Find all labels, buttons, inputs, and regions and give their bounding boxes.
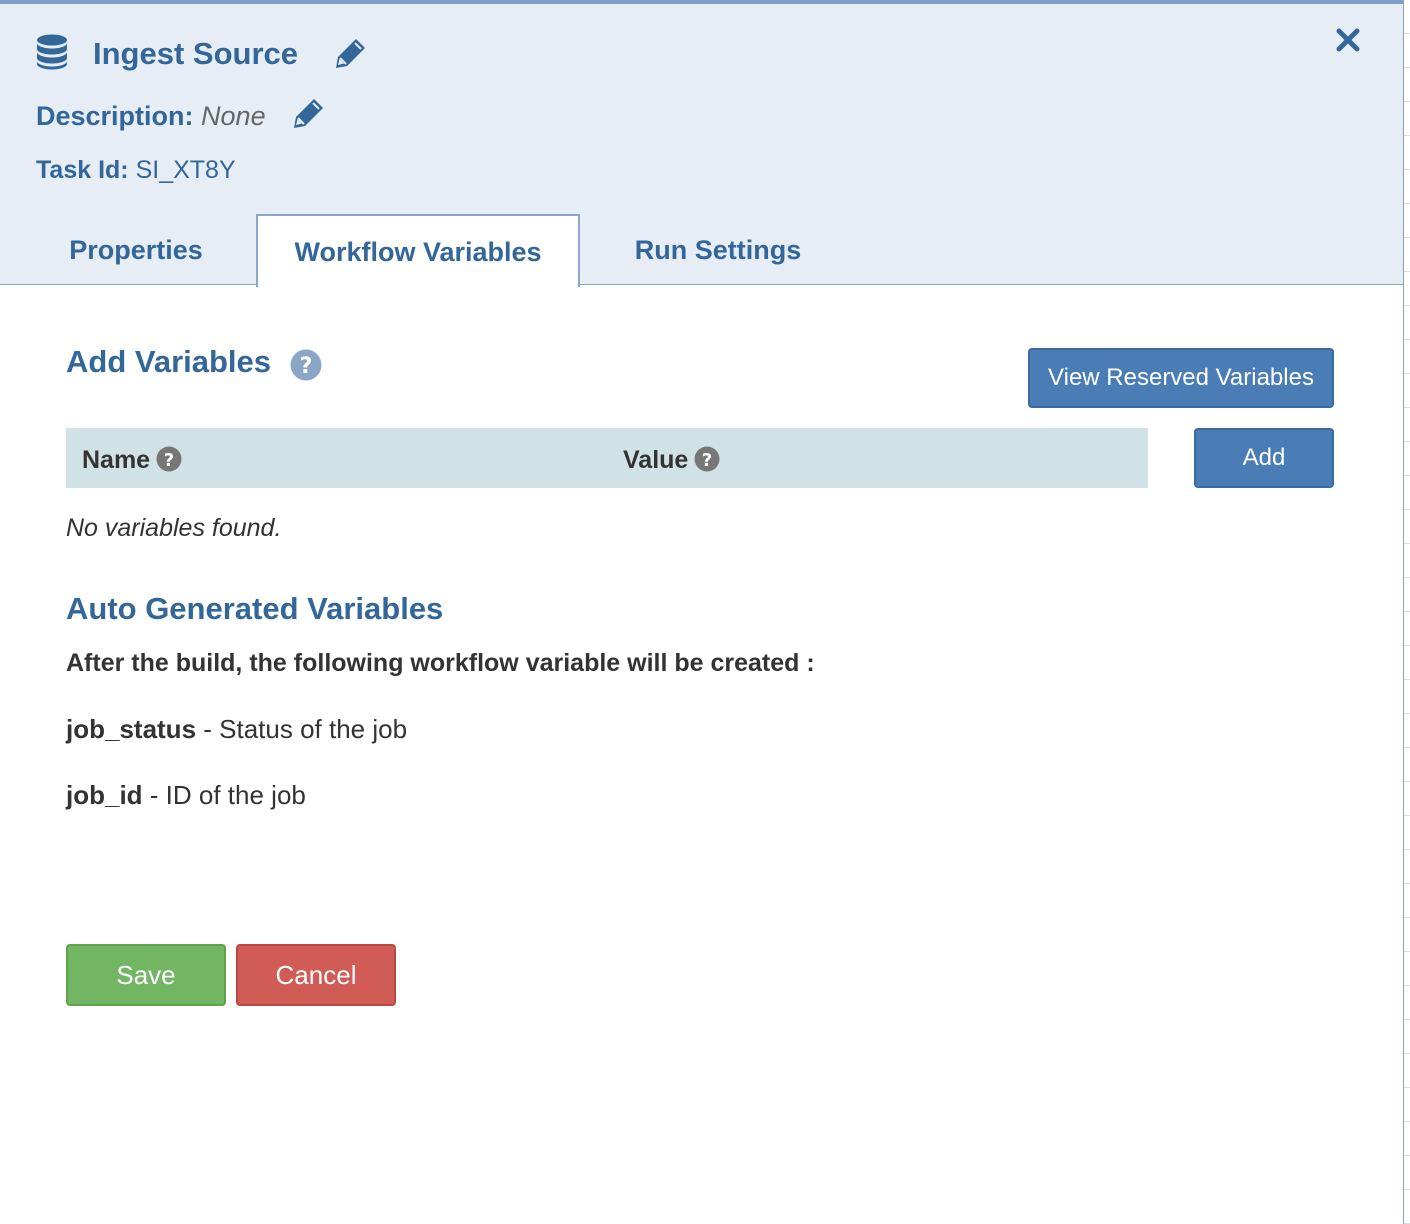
tab-properties[interactable]: Properties <box>36 214 236 286</box>
background-grid <box>1403 0 1410 1224</box>
help-icon[interactable]: ? <box>290 349 322 381</box>
auto-generated-variables-title: Auto Generated Variables <box>66 591 444 626</box>
variables-table-header: Name ? Value ? <box>66 428 1148 488</box>
close-icon[interactable] <box>1334 26 1362 54</box>
description-value: None <box>201 101 266 131</box>
column-header-name: Name ? <box>82 428 182 492</box>
description-label: Description: <box>36 101 194 131</box>
auto-generated-description: After the build, the following workflow … <box>66 649 815 677</box>
tab-workflow-variables[interactable]: Workflow Variables <box>256 214 580 287</box>
task-id-label: Task Id: <box>36 156 129 184</box>
edit-description-pencil-icon[interactable] <box>292 96 326 130</box>
panel-header: Ingest Source Description: None Task Id:… <box>0 4 1403 287</box>
description-row: Description: None <box>36 98 266 134</box>
variable-description: ID of the job <box>165 780 306 810</box>
tab-run-settings[interactable]: Run Settings <box>598 214 838 286</box>
cancel-button[interactable]: Cancel <box>236 944 396 1006</box>
help-icon[interactable]: ? <box>156 446 182 472</box>
add-variable-button[interactable]: Add <box>1194 428 1334 488</box>
task-panel: Ingest Source Description: None Task Id:… <box>0 0 1403 1224</box>
empty-variables-message: No variables found. <box>66 514 282 542</box>
task-id-row: Task Id: SI_XT8Y <box>36 154 236 186</box>
task-id-value: SI_XT8Y <box>135 156 236 184</box>
add-variables-title: Add Variables <box>66 344 272 379</box>
column-header-value-label: Value <box>623 446 689 474</box>
svg-text:?: ? <box>300 354 313 379</box>
view-reserved-variables-button[interactable]: View Reserved Variables <box>1028 348 1334 408</box>
database-icon <box>37 34 67 70</box>
panel-title: Ingest Source <box>93 36 298 71</box>
help-icon[interactable]: ? <box>694 446 720 472</box>
svg-text:?: ? <box>164 450 174 471</box>
list-item: job_id - ID of the job <box>66 780 306 810</box>
column-header-name-label: Name <box>82 446 151 474</box>
variable-name: job_id <box>66 780 143 810</box>
variable-name: job_status <box>66 714 197 744</box>
variable-description: Status of the job <box>219 714 408 744</box>
svg-text:?: ? <box>702 450 712 471</box>
save-button[interactable]: Save <box>66 944 226 1006</box>
column-header-value: Value ? <box>623 428 720 492</box>
edit-title-pencil-icon[interactable] <box>334 36 368 70</box>
list-item: job_status - Status of the job <box>66 714 408 744</box>
